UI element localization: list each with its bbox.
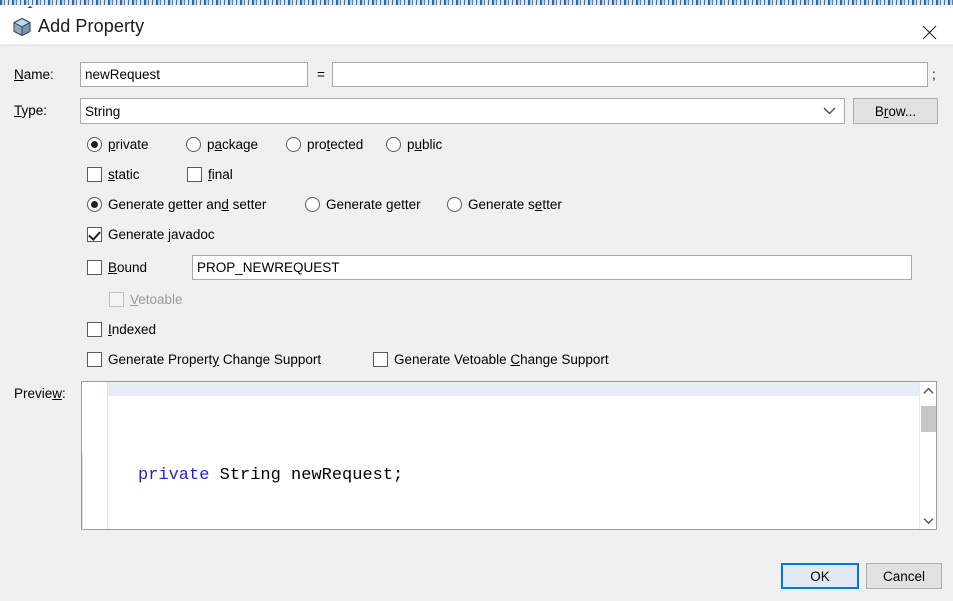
- preview-highlight-band: [82, 382, 919, 396]
- checkbox-vetoable: Vetoable: [109, 292, 183, 307]
- checkbox-indicator: [87, 352, 102, 367]
- code-line: private String newRequest;: [138, 460, 918, 492]
- close-icon[interactable]: [906, 16, 952, 48]
- preview-code: private String newRequest; /** * Get the…: [108, 396, 918, 529]
- checkbox-final-label: final: [208, 167, 233, 182]
- add-property-dialog: Add Property Name: newRequest = ; Type: …: [0, 0, 953, 601]
- radio-private[interactable]: private: [87, 137, 149, 152]
- radio-indicator: [87, 197, 102, 212]
- preview-scrollbar[interactable]: [919, 382, 936, 529]
- code-token: private: [138, 466, 210, 485]
- radio-protected[interactable]: protected: [286, 137, 363, 152]
- ok-button[interactable]: OK: [781, 563, 859, 589]
- checkbox-static-label: static: [108, 167, 140, 182]
- bound-property-name-input[interactable]: PROP_NEWREQUEST: [192, 255, 912, 280]
- type-combobox[interactable]: String: [80, 98, 845, 124]
- title-bar: Add Property: [0, 8, 953, 44]
- name-label: Name:: [14, 67, 54, 82]
- checkbox-generate-property-change-support[interactable]: Generate Property Change Support: [87, 352, 321, 367]
- ok-button-label: OK: [810, 568, 830, 584]
- radio-public-label: public: [407, 137, 443, 152]
- radio-generate-setter-label: Generate setter: [468, 197, 562, 212]
- checkbox-indexed-label: Indexed: [108, 322, 157, 337]
- radio-indicator: [186, 137, 201, 152]
- checkbox-generate-vetoable-change-support-label: Generate Vetoable Change Support: [394, 352, 609, 367]
- window-title: Add Property: [38, 16, 145, 36]
- checkbox-static[interactable]: static: [87, 167, 140, 182]
- title-divider: [0, 45, 953, 46]
- code-token: String newRequest;: [209, 466, 404, 485]
- scroll-up-icon[interactable]: [920, 382, 936, 399]
- radio-indicator: [447, 197, 462, 212]
- checkbox-indicator: [87, 260, 102, 275]
- checkbox-final[interactable]: final: [187, 167, 233, 182]
- radio-indicator: [87, 137, 102, 152]
- initial-value-input[interactable]: [332, 62, 928, 87]
- browse-button[interactable]: Brow...: [853, 98, 938, 124]
- radio-package[interactable]: package: [186, 137, 258, 152]
- preview-indent-guide: [82, 455, 83, 530]
- checkbox-generate-javadoc-label: Generate javadoc: [108, 227, 215, 242]
- checkbox-generate-property-change-support-label: Generate Property Change Support: [108, 352, 322, 367]
- radio-generate-getter[interactable]: Generate getter: [305, 197, 421, 212]
- checkbox-indexed[interactable]: Indexed: [87, 322, 156, 337]
- radio-generate-getter-and-setter[interactable]: Generate getter and setter: [87, 197, 266, 212]
- cube-icon: [12, 17, 32, 37]
- preview-pane: private String newRequest; /** * Get the…: [81, 381, 937, 530]
- type-label: Type:: [14, 103, 48, 118]
- scrollbar-thumb[interactable]: [921, 406, 936, 432]
- checkbox-indicator: [87, 227, 102, 242]
- checkbox-generate-javadoc[interactable]: Generate javadoc: [87, 227, 215, 242]
- radio-indicator: [286, 137, 301, 152]
- semicolon: ;: [932, 67, 936, 82]
- name-input[interactable]: newRequest: [80, 62, 308, 87]
- radio-indicator: [386, 137, 401, 152]
- radio-package-label: package: [207, 137, 259, 152]
- checkbox-indicator: [373, 352, 388, 367]
- cancel-button[interactable]: Cancel: [866, 563, 942, 589]
- radio-generate-setter[interactable]: Generate setter: [447, 197, 562, 212]
- radio-generate-getter-label: Generate getter: [326, 197, 421, 212]
- radio-indicator: [305, 197, 320, 212]
- checkbox-bound[interactable]: Bound: [87, 260, 147, 275]
- checkbox-indicator: [109, 292, 124, 307]
- radio-public[interactable]: public: [386, 137, 442, 152]
- checkbox-indicator: [87, 167, 102, 182]
- type-combobox-value: String: [85, 103, 121, 119]
- checkbox-vetoable-label: Vetoable: [130, 292, 183, 307]
- browse-button-label: Brow...: [874, 103, 917, 119]
- radio-private-label: private: [108, 137, 149, 152]
- checkbox-bound-label: Bound: [108, 260, 148, 275]
- chevron-down-icon: [823, 104, 836, 119]
- radio-generate-getter-and-setter-label: Generate getter and setter: [108, 197, 267, 212]
- checkbox-generate-vetoable-change-support[interactable]: Generate Vetoable Change Support: [373, 352, 609, 367]
- cancel-button-label: Cancel: [882, 568, 926, 584]
- checkbox-indicator: [87, 322, 102, 337]
- scroll-down-icon[interactable]: [920, 512, 936, 529]
- preview-gutter: [82, 382, 108, 529]
- preview-label: Preview:: [14, 386, 66, 401]
- radio-protected-label: protected: [307, 137, 364, 152]
- equals-sign: =: [317, 67, 325, 82]
- checkbox-indicator: [187, 167, 202, 182]
